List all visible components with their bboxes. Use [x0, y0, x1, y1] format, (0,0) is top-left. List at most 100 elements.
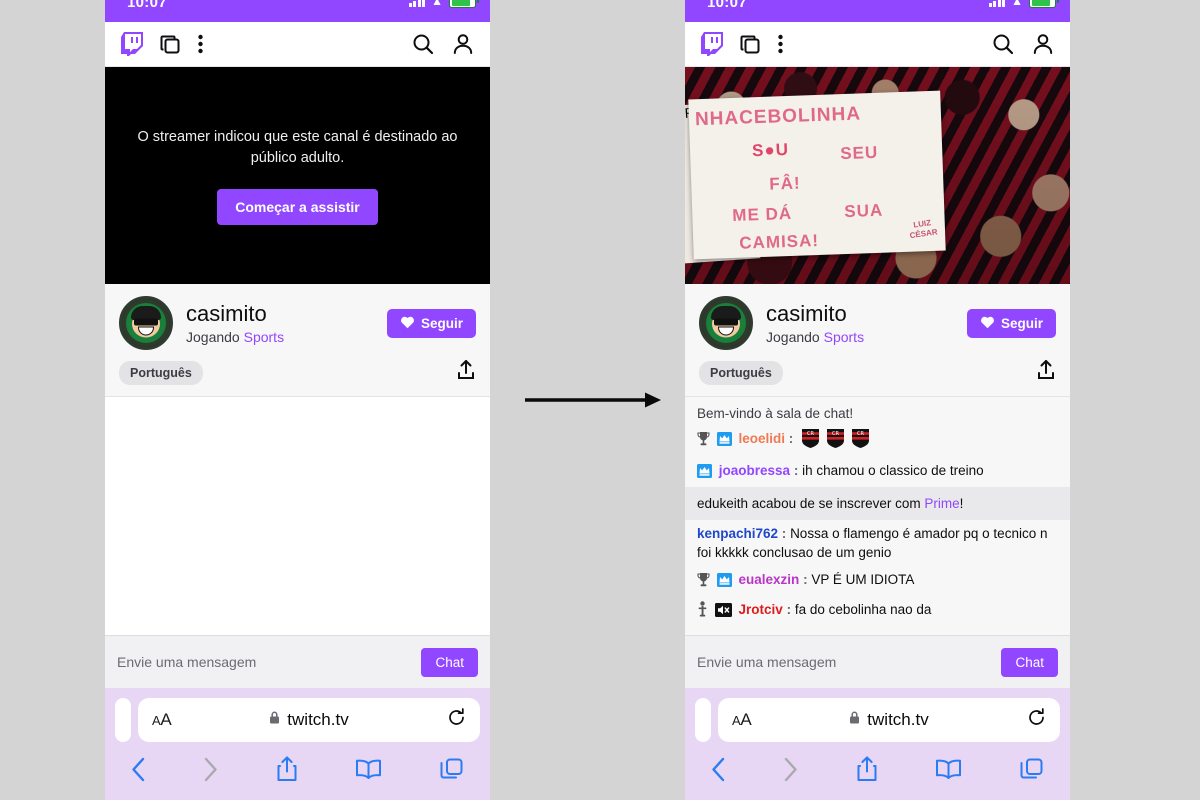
cellular-bars-icon: [408, 0, 426, 7]
share-icon[interactable]: [856, 756, 878, 787]
avatar[interactable]: [119, 296, 173, 350]
flamengo-emote: CR: [802, 429, 820, 453]
tabs-icon[interactable]: [439, 757, 464, 787]
share-icon[interactable]: [276, 756, 298, 787]
chat-message: joaobressa : ih chamou o classico de tre…: [685, 457, 1070, 487]
category-link[interactable]: Sports: [824, 329, 864, 345]
follow-button[interactable]: Seguir: [386, 308, 476, 338]
channel-info-bar: casimito Jogando Sports Seguir Português: [685, 284, 1070, 397]
safari-url-row: AA twitch.tv: [105, 698, 490, 742]
channel-info-bar: casimito Jogando Sports Seguir Português: [105, 284, 490, 397]
flamengo-emote: CR: [851, 429, 869, 453]
heart-icon: [400, 315, 415, 332]
copy-tabs-icon[interactable]: [740, 34, 761, 55]
subscriber-crown-badge: [716, 573, 732, 592]
chat-input-placeholder[interactable]: Envie uma mensagem: [117, 654, 256, 670]
category-link[interactable]: Sports: [244, 329, 284, 345]
chat-system-message: edukeith acabou de se inscrever com Prim…: [685, 487, 1070, 520]
chat-username[interactable]: kenpachi762: [697, 526, 778, 541]
url-text: twitch.tv: [287, 710, 349, 729]
flamengo-emote: CR: [826, 429, 844, 453]
svg-text:CR: CR: [832, 431, 839, 437]
book-icon[interactable]: [935, 758, 962, 785]
twitch-top-nav: [685, 22, 1070, 67]
send-chat-button[interactable]: Chat: [421, 647, 478, 677]
chat-username[interactable]: joaobressa: [719, 463, 790, 478]
chat-text: VP É UM IDIOTA: [811, 572, 915, 587]
status-bar-indicators: ▲: [988, 0, 1059, 8]
chevron-right-icon: [203, 757, 218, 787]
twitch-logo-icon[interactable]: [701, 32, 723, 56]
search-icon[interactable]: [992, 33, 1014, 55]
kebab-menu-icon[interactable]: [778, 34, 783, 54]
chat-input-bar[interactable]: Envie uma mensagem Chat: [685, 635, 1070, 688]
share-upload-icon[interactable]: [456, 359, 476, 386]
video-player-live-stream[interactable]: I IRO SUA ★ NHACEBOLINHA SEU S●U FÂ! ME …: [685, 67, 1070, 284]
chat-input-placeholder[interactable]: Envie uma mensagem: [697, 654, 836, 670]
start-watching-button[interactable]: Começar a assistir: [217, 188, 378, 225]
channel-name[interactable]: casimito: [766, 301, 864, 326]
kebab-menu-icon[interactable]: [198, 34, 203, 54]
chat-colon: :: [782, 602, 792, 617]
chat-text: fa do cebolinha nao da: [794, 602, 932, 617]
prime-label: Prime: [924, 496, 960, 511]
adjacent-tab-peek[interactable]: [695, 698, 711, 742]
send-chat-button[interactable]: Chat: [1001, 647, 1058, 677]
chevron-right-icon: [783, 757, 798, 787]
channel-name[interactable]: casimito: [186, 301, 284, 326]
chat-username[interactable]: eualexzin: [739, 572, 800, 587]
account-person-icon[interactable]: [1032, 33, 1054, 55]
chat-username[interactable]: Jrotciv: [739, 602, 783, 617]
safari-address-bar[interactable]: AA twitch.tv: [718, 698, 1060, 742]
safari-url-row: AA twitch.tv: [685, 698, 1070, 742]
language-tag[interactable]: Português: [699, 360, 783, 385]
chat-message: leoelidi : CR CR CR: [685, 425, 1070, 457]
chat-colon: :: [799, 572, 808, 587]
chat-message: kenpachi762 : Nossa o flamengo é amador …: [685, 520, 1070, 566]
avatar[interactable]: [699, 296, 753, 350]
safari-address-bar[interactable]: AA twitch.tv: [138, 698, 480, 742]
reload-icon[interactable]: [1027, 708, 1046, 732]
cellular-bars-icon: [988, 0, 1006, 7]
chat-message: eualexzin : VP É UM IDIOTA: [685, 566, 1070, 596]
comparison-stage: 10:07 ▲ O streamer indicou que este cana…: [0, 0, 1200, 800]
adjacent-tab-peek[interactable]: [115, 698, 131, 742]
follow-button[interactable]: Seguir: [966, 308, 1056, 338]
chevron-left-icon[interactable]: [711, 757, 726, 787]
chat-input-bar[interactable]: Envie uma mensagem Chat: [105, 635, 490, 688]
safari-browser-chrome: AA twitch.tv: [685, 688, 1070, 800]
status-bar-time: 10:07: [707, 0, 747, 11]
lock-icon: [269, 711, 280, 729]
text-size-button[interactable]: AA: [732, 710, 752, 730]
chat-message-list[interactable]: Bem-vindo à sala de chat! leoelidi : CR …: [685, 397, 1070, 635]
reload-icon[interactable]: [447, 708, 466, 732]
copy-tabs-icon[interactable]: [160, 34, 181, 55]
text-size-button[interactable]: AA: [152, 710, 172, 730]
chat-message-list[interactable]: [105, 397, 490, 635]
share-upload-icon[interactable]: [1036, 359, 1056, 386]
chevron-left-icon[interactable]: [131, 757, 146, 787]
mature-warning-text: O streamer indicou que este canal é dest…: [137, 128, 458, 166]
wifi-icon: ▲: [431, 0, 443, 8]
sub-notice-text: edukeith acabou de se inscrever com: [697, 496, 925, 511]
svg-text:CR: CR: [807, 431, 814, 437]
account-person-icon[interactable]: [452, 33, 474, 55]
trophy-badge: [697, 572, 710, 592]
status-bar-time: 10:07: [127, 0, 167, 11]
safari-toolbar: [685, 742, 1070, 787]
chat-username[interactable]: leoelidi: [739, 431, 786, 446]
tabs-icon[interactable]: [1019, 757, 1044, 787]
chat-colon: :: [778, 526, 787, 541]
language-tag[interactable]: Português: [119, 360, 203, 385]
channel-category-line: Jogando Sports: [766, 329, 864, 345]
book-icon[interactable]: [355, 758, 382, 785]
channel-category-line: Jogando Sports: [186, 329, 284, 345]
chat-text: ih chamou o classico de treino: [802, 463, 984, 478]
chat-colon: :: [790, 463, 799, 478]
playing-label: Jogando: [766, 328, 820, 345]
twitch-logo-icon[interactable]: [121, 32, 143, 56]
subscriber-crown-badge: [716, 432, 732, 451]
wifi-icon: ▲: [1011, 0, 1023, 8]
search-icon[interactable]: [412, 33, 434, 55]
video-player-mature-warning[interactable]: O streamer indicou que este canal é dest…: [105, 67, 490, 284]
